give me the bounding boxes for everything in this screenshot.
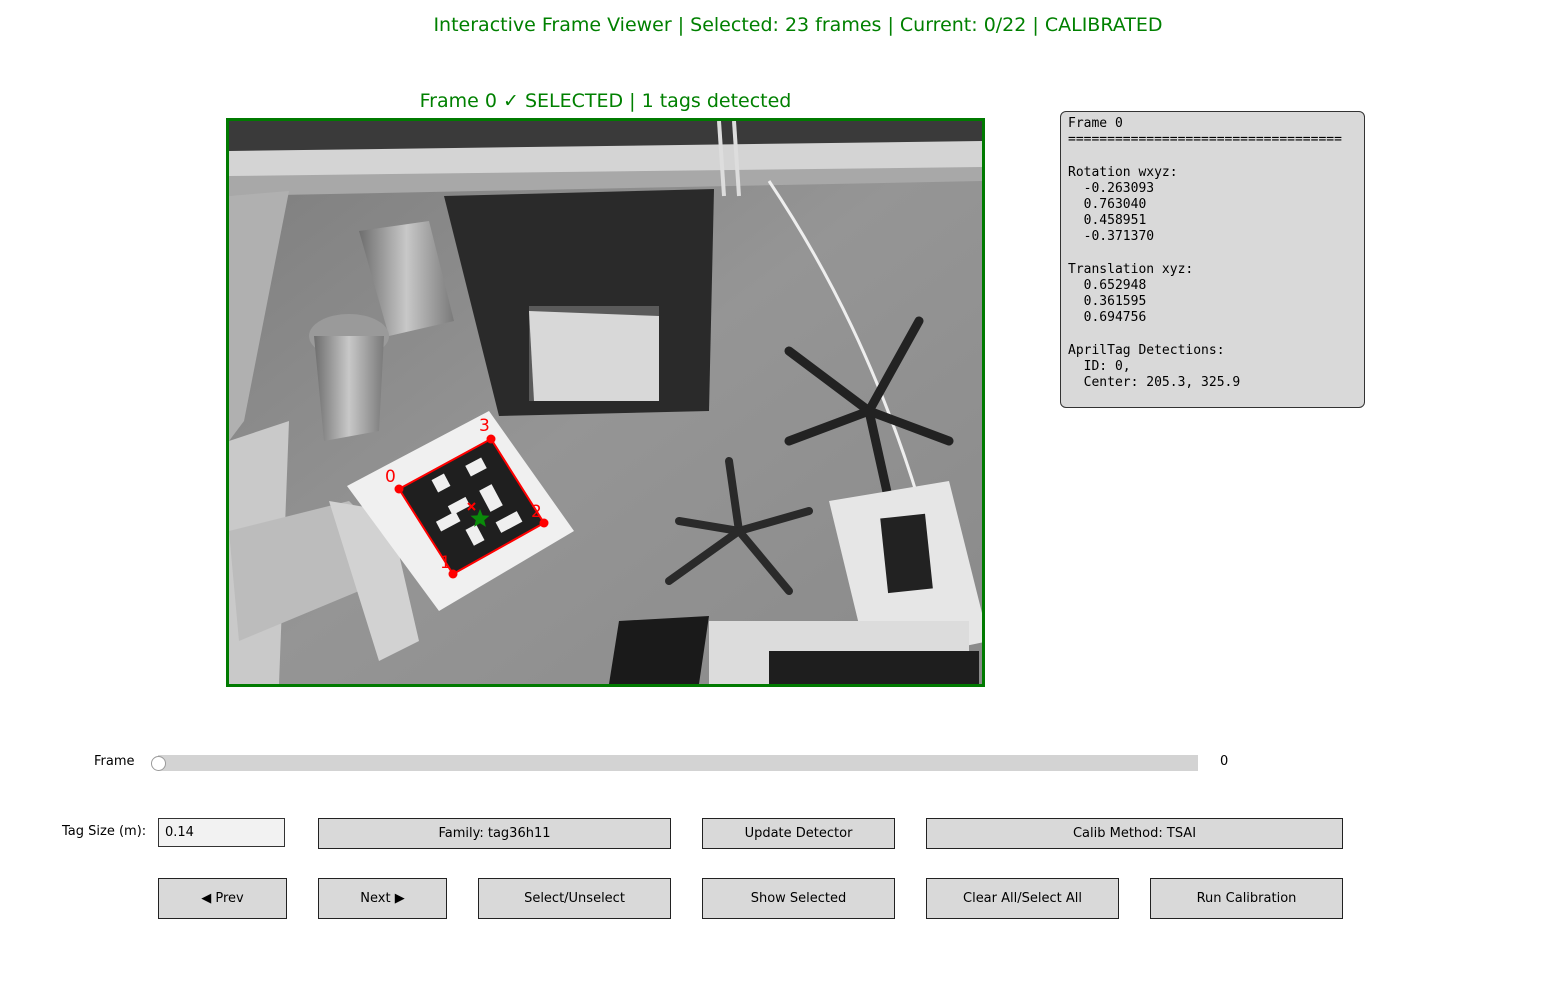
calib-method-button[interactable]: Calib Method: TSAI [926, 818, 1343, 849]
clear-all-select-all-button[interactable]: Clear All/Select All [926, 878, 1119, 919]
tag-size-label: Tag Size (m): [62, 824, 147, 839]
camera-frame-image: 0 1 2 3 [229, 121, 982, 684]
tag-corner-0 [394, 484, 404, 494]
tag-corner-label-3: 3 [479, 416, 490, 436]
frame-title: Frame 0 ✓ SELECTED | 1 tags detected [419, 90, 792, 112]
family-button[interactable]: Family: tag36h11 [318, 818, 671, 849]
tag-size-input[interactable] [158, 818, 285, 847]
frame-slider-label: Frame [94, 754, 135, 769]
show-selected-button[interactable]: Show Selected [702, 878, 895, 919]
next-button[interactable]: Next ▶ [318, 878, 447, 919]
update-detector-button[interactable]: Update Detector [702, 818, 895, 849]
select-unselect-button[interactable]: Select/Unselect [478, 878, 671, 919]
window-title: Interactive Frame Viewer | Selected: 23 … [433, 14, 1163, 36]
frame-image-panel: 0 1 2 3 [226, 118, 985, 687]
run-calibration-button[interactable]: Run Calibration [1150, 878, 1343, 919]
tag-corner-label-2: 2 [531, 502, 542, 522]
frame-slider-handle[interactable] [151, 756, 166, 771]
frame-slider-track[interactable] [158, 755, 1198, 771]
frame-slider-value: 0 [1220, 754, 1229, 769]
tag-corner-label-1: 1 [440, 553, 451, 573]
pose-info-box: Frame 0 ================================… [1060, 111, 1365, 408]
prev-button[interactable]: ◀ Prev [158, 878, 287, 919]
tag-corner-label-0: 0 [385, 467, 396, 487]
